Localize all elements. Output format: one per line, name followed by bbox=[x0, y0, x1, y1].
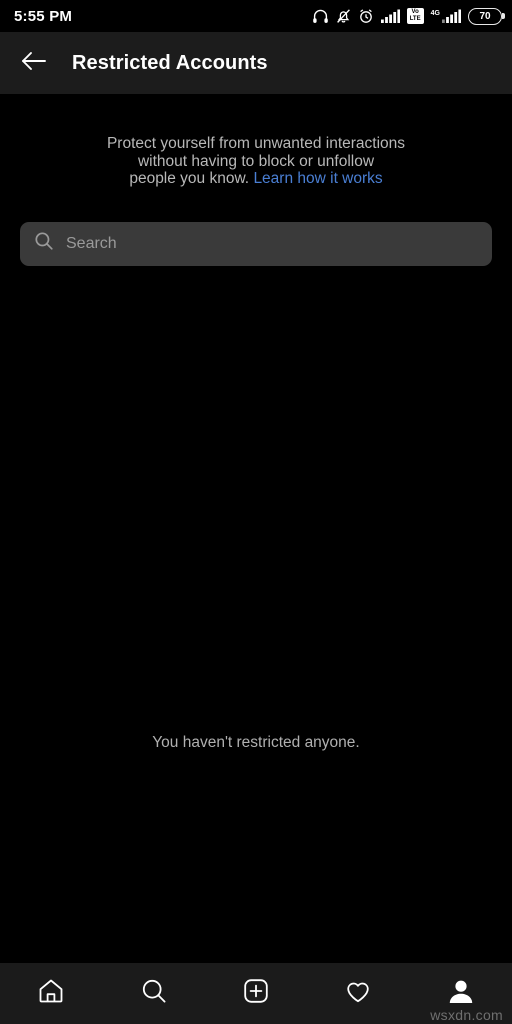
description-line-1: Protect yourself from unwanted interacti… bbox=[106, 135, 406, 152]
learn-how-it-works-link[interactable]: Learn how it works bbox=[253, 170, 382, 187]
app-header: Restricted Accounts bbox=[0, 32, 512, 94]
app-screen: 5:55 PM Vo LTE 4G 70 Restricted Accounts… bbox=[0, 0, 512, 1024]
status-bar: 5:55 PM Vo LTE 4G 70 bbox=[0, 0, 512, 32]
home-icon bbox=[36, 976, 66, 1011]
tab-profile[interactable] bbox=[410, 963, 512, 1024]
back-button[interactable] bbox=[12, 41, 56, 85]
description-line-2: without having to block or unfollow bbox=[137, 152, 375, 170]
empty-state-message: You haven't restricted anyone. bbox=[152, 734, 360, 751]
description-text: Protect yourself from unwanted interacti… bbox=[36, 135, 476, 188]
back-arrow-icon bbox=[20, 49, 48, 78]
volte-badge-icon: Vo LTE bbox=[406, 8, 424, 24]
battery-icon: 70 bbox=[468, 7, 505, 25]
search-input[interactable] bbox=[66, 234, 478, 253]
search-icon bbox=[34, 231, 54, 256]
bottom-navigation: wsxdn.com bbox=[0, 963, 512, 1024]
signal-bars-icon bbox=[380, 8, 400, 24]
page-title: Restricted Accounts bbox=[72, 51, 268, 74]
tab-search[interactable] bbox=[102, 963, 204, 1024]
person-icon bbox=[446, 976, 476, 1011]
description-line-3: people you know. bbox=[129, 170, 250, 187]
search-icon bbox=[139, 976, 169, 1011]
tab-activity[interactable] bbox=[307, 963, 409, 1024]
bell-muted-icon bbox=[336, 8, 351, 24]
tab-home[interactable] bbox=[0, 963, 102, 1024]
headphones-icon bbox=[312, 8, 329, 24]
tab-create[interactable] bbox=[205, 963, 307, 1024]
search-field[interactable] bbox=[20, 221, 492, 266]
signal-bars-4g-icon: 4G bbox=[431, 8, 461, 24]
heart-icon bbox=[343, 976, 373, 1011]
search-container bbox=[0, 188, 512, 266]
main-content: Protect yourself from unwanted interacti… bbox=[0, 94, 512, 963]
battery-level: 70 bbox=[479, 10, 491, 22]
status-icon-group: Vo LTE 4G 70 bbox=[312, 7, 505, 25]
plus-square-icon bbox=[241, 976, 271, 1011]
status-time: 5:55 PM bbox=[14, 7, 73, 25]
alarm-clock-icon bbox=[358, 8, 374, 24]
